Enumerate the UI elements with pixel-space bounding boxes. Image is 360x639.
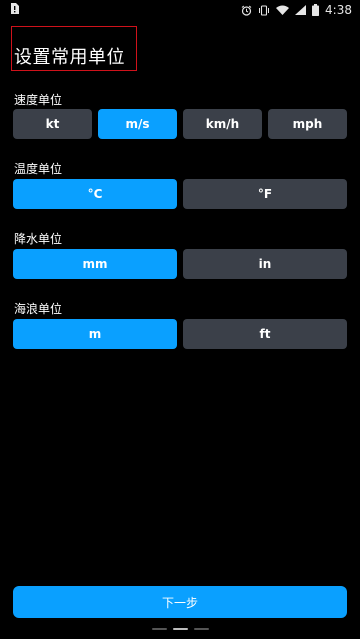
next-button[interactable]: 下一步: [13, 586, 347, 618]
speed-option-m-s[interactable]: m/s: [98, 109, 177, 139]
wave-option-m[interactable]: m: [13, 319, 177, 349]
temperature-option-fahrenheit[interactable]: °F: [183, 179, 347, 209]
wave-unit-options: m ft: [13, 319, 347, 349]
status-bar: 4:38: [0, 0, 360, 20]
nav-indicator-dot: [194, 628, 209, 630]
speed-unit-options: kt m/s km/h mph: [13, 109, 347, 139]
wifi-icon: [276, 5, 290, 15]
page-title: 设置常用单位: [14, 47, 125, 68]
wave-option-ft[interactable]: ft: [183, 319, 347, 349]
precipitation-unit-label: 降水单位: [14, 232, 63, 246]
nav-indicator-dot-active: [173, 628, 188, 630]
temperature-option-celsius[interactable]: °C: [13, 179, 177, 209]
wave-unit-label: 海浪单位: [14, 302, 63, 316]
sim-card-alert-icon: [10, 3, 19, 17]
app-screen: 4:38 设置常用单位 速度单位 kt m/s km/h mph 温度单位 °C…: [0, 0, 360, 639]
speed-option-km-h[interactable]: km/h: [183, 109, 262, 139]
speed-option-kt[interactable]: kt: [13, 109, 92, 139]
precipitation-unit-options: mm in: [13, 249, 347, 279]
temperature-unit-label: 温度单位: [14, 162, 63, 176]
status-right: 4:38: [241, 3, 352, 17]
status-time: 4:38: [325, 3, 352, 17]
battery-icon: [312, 4, 320, 16]
precipitation-option-mm[interactable]: mm: [13, 249, 177, 279]
speed-unit-label: 速度单位: [14, 93, 63, 107]
vibrate-icon: [258, 4, 270, 16]
speed-option-mph[interactable]: mph: [268, 109, 347, 139]
nav-indicator-dot: [152, 628, 167, 630]
precipitation-option-in[interactable]: in: [183, 249, 347, 279]
nav-indicator: [152, 628, 209, 630]
alarm-icon: [241, 5, 252, 16]
signal-icon: [295, 5, 307, 15]
status-left: [10, 3, 19, 17]
temperature-unit-options: °C °F: [13, 179, 347, 209]
